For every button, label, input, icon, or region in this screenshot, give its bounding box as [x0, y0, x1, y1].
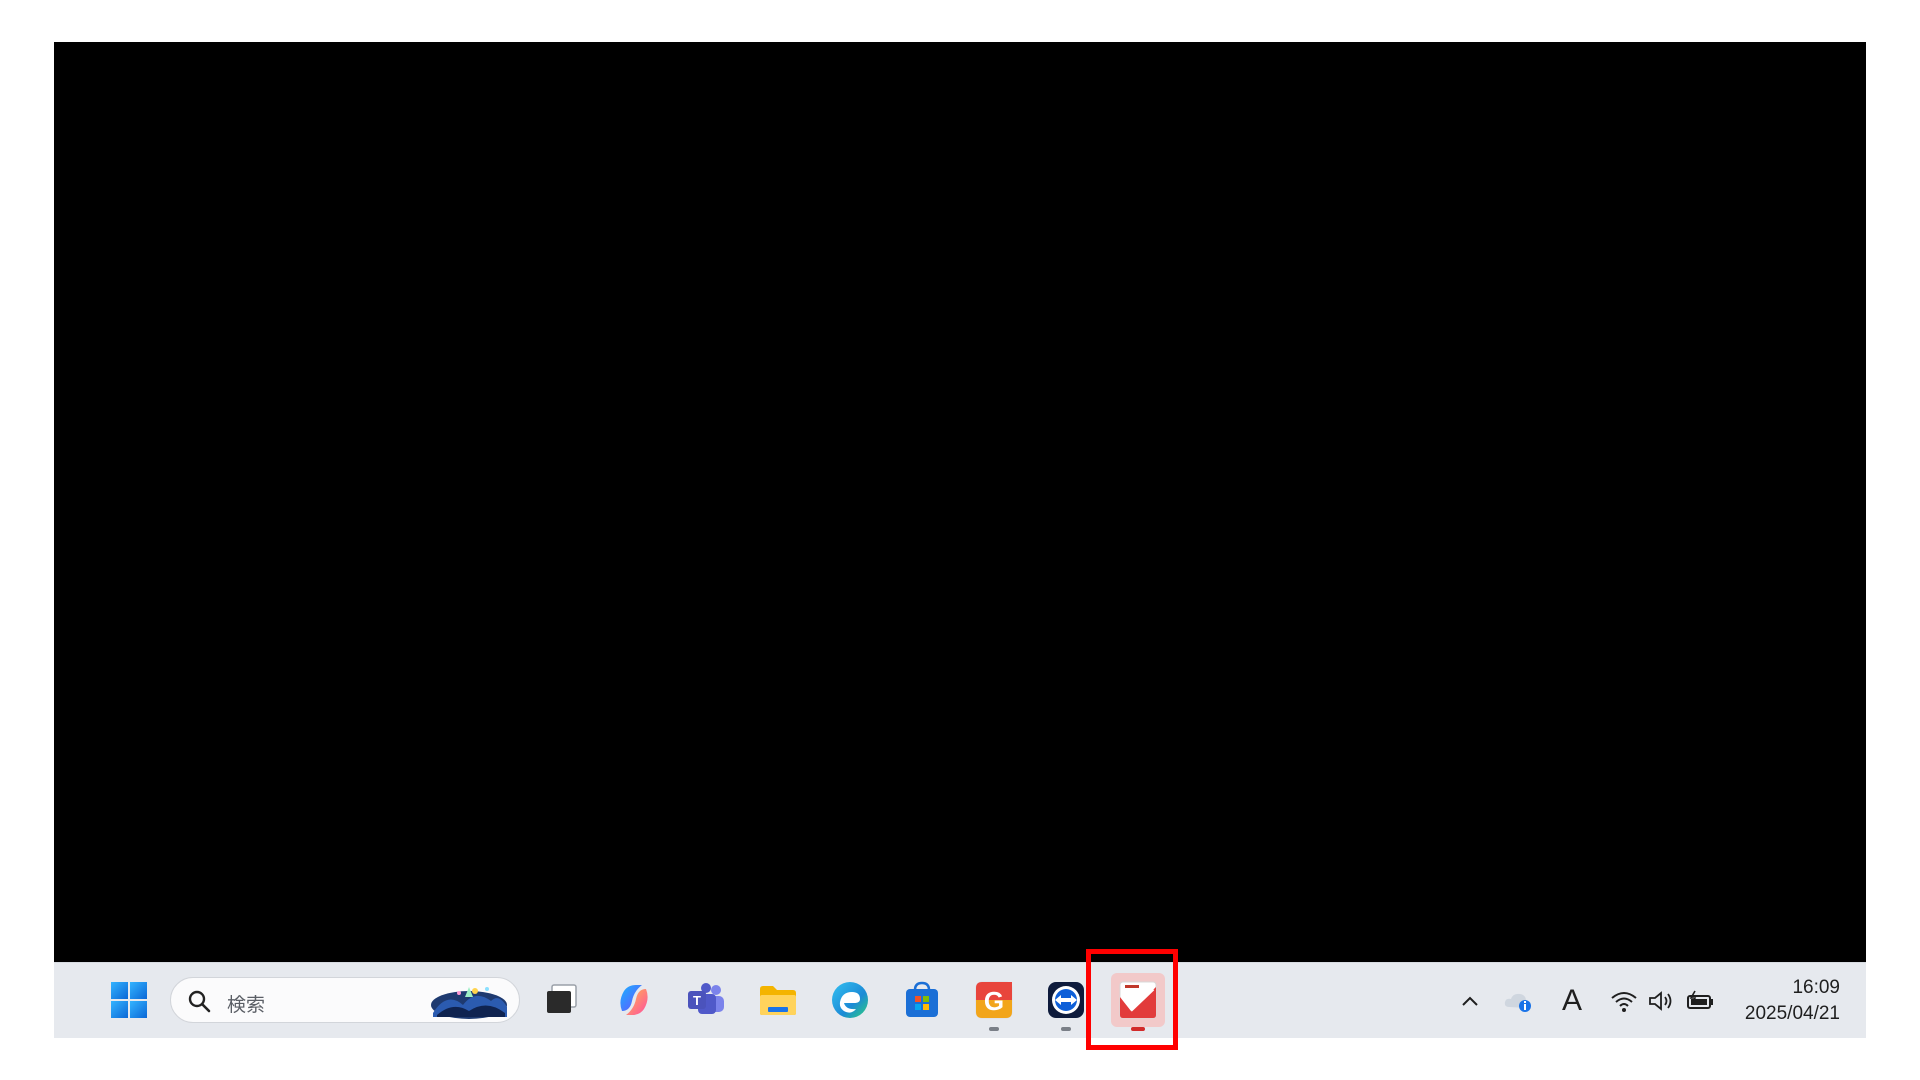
- desktop-background: [54, 42, 1866, 962]
- svg-text:G: G: [984, 986, 1004, 1016]
- store-icon: [906, 981, 938, 1017]
- battery-icon: [1687, 990, 1713, 1009]
- speaker-icon: [1649, 991, 1672, 1011]
- show-hidden-icons-button[interactable]: [1456, 985, 1484, 1017]
- copilot-icon: [620, 985, 648, 1015]
- search-highlight-art-icon: [431, 987, 507, 1019]
- start-button[interactable]: [102, 973, 156, 1027]
- wifi-icon: [1611, 992, 1637, 1012]
- windows-logo-icon: [111, 982, 147, 1018]
- copilot-button[interactable]: [607, 973, 661, 1027]
- teamviewer-button[interactable]: [1039, 973, 1093, 1031]
- clock-time: 16:09: [1792, 977, 1840, 998]
- folder-icon: [760, 986, 796, 1015]
- ime-indicator[interactable]: A: [1556, 984, 1588, 1017]
- search-box[interactable]: 検索: [170, 977, 520, 1023]
- highlight-box: [1086, 949, 1178, 1050]
- edge-button[interactable]: [823, 973, 877, 1027]
- edge-icon: [832, 982, 868, 1018]
- clock[interactable]: 16:09 2025/04/21: [1745, 975, 1840, 1027]
- teams-icon: T: [688, 983, 724, 1014]
- running-indicator: [1061, 1027, 1071, 1031]
- volume-button[interactable]: [1646, 985, 1676, 1017]
- microsoft-store-button[interactable]: [895, 973, 949, 1027]
- clock-date: 2025/04/21: [1744, 1003, 1840, 1024]
- svg-text:T: T: [693, 993, 701, 1008]
- g-app-button[interactable]: G: [967, 973, 1021, 1031]
- running-indicator: [989, 1027, 999, 1031]
- search-icon: [188, 990, 211, 1013]
- onedrive-icon: [1504, 993, 1531, 1012]
- search-placeholder: 検索: [227, 994, 266, 1016]
- file-explorer-button[interactable]: [751, 973, 805, 1027]
- teams-button[interactable]: T: [679, 973, 733, 1027]
- battery-button[interactable]: [1684, 985, 1718, 1017]
- teamviewer-icon: [1048, 982, 1084, 1018]
- chevron-up-icon: [1462, 996, 1478, 1006]
- wifi-button[interactable]: [1608, 985, 1640, 1017]
- task-view-button[interactable]: [535, 973, 589, 1027]
- g-app-icon: G: [975, 981, 1013, 1019]
- task-view-icon: [547, 984, 577, 1013]
- taskbar: 検索 T G A 16:09 2025/04/21: [54, 962, 1866, 1038]
- onedrive-tray-button[interactable]: [1502, 985, 1536, 1017]
